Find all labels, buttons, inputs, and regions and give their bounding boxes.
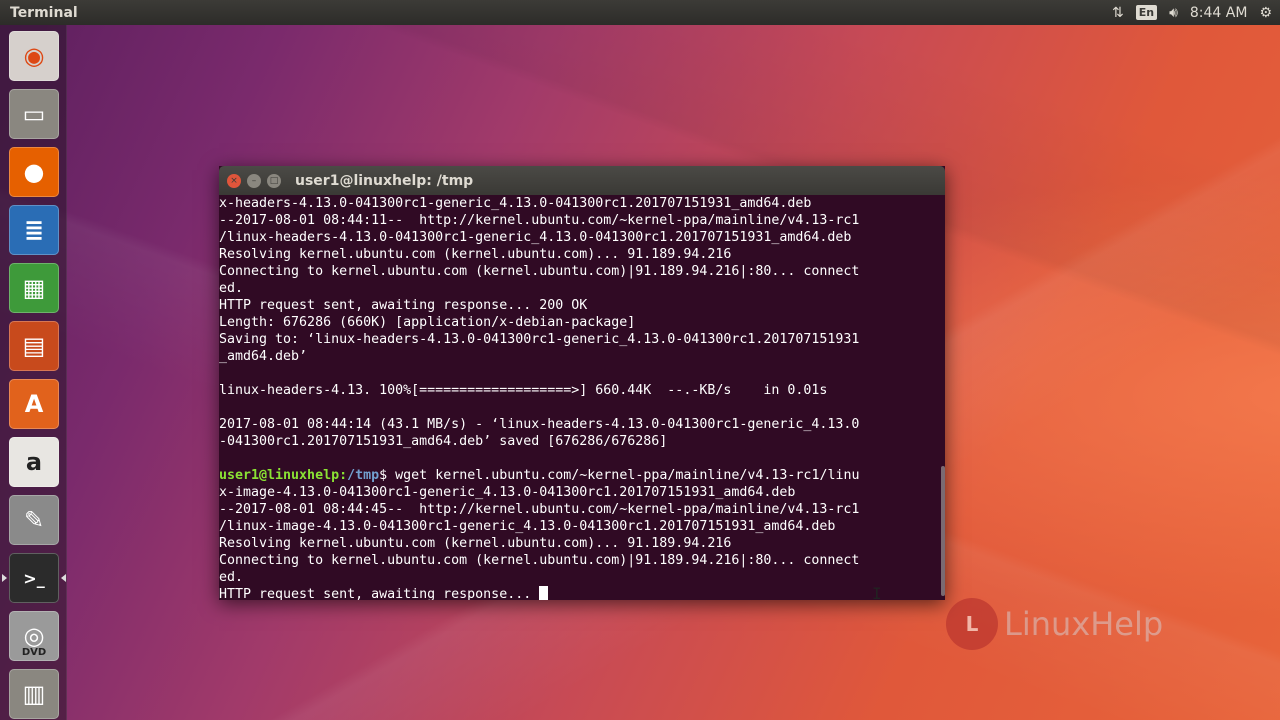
wrench-gear-icon: ✎: [23, 506, 45, 534]
document-icon: ≣: [23, 216, 45, 244]
prompt-user: user1@linuxhelp: [219, 468, 340, 483]
terminal-line: 2017-08-01 08:44:14 (43.1 MB/s) - ‘linux…: [219, 417, 860, 432]
terminal-line: HTTP request sent, awaiting response... …: [219, 298, 588, 313]
terminal-scrollbar[interactable]: [941, 466, 945, 596]
text-cursor-icon: I: [872, 584, 882, 603]
terminal-current-line: HTTP request sent, awaiting response...: [219, 586, 939, 600]
file-cabinet-icon: ▭: [22, 100, 46, 128]
terminal-line: x-image-4.13.0-041300rc1-generic_4.13.0-…: [219, 485, 796, 500]
terminal-line: Resolving kernel.ubuntu.com (kernel.ubun…: [219, 536, 732, 551]
prompt-colon: :: [339, 468, 348, 483]
terminal-output[interactable]: x-headers-4.13.0-041300rc1-generic_4.13.…: [219, 195, 939, 600]
trash-icon: ▥: [22, 680, 46, 708]
active-app-title: Terminal: [10, 4, 78, 21]
terminal-line: Length: 676286 (660K) [application/x-deb…: [219, 315, 636, 330]
terminal-line: Connecting to kernel.ubuntu.com (kernel.…: [219, 264, 860, 279]
presentation-icon: ▤: [22, 332, 46, 360]
launcher-files[interactable]: ▭: [9, 89, 59, 139]
launcher: ◉ ▭ ● ≣ ▦ ▤ Aa ✎ >_ ◎ DVD ▥: [0, 25, 67, 720]
terminal-icon: >_: [23, 568, 45, 588]
prompt-path: /tmp: [347, 468, 380, 483]
speaker-icon[interactable]: 🔊︎: [1169, 5, 1178, 21]
dvd-icon: ◎: [23, 622, 45, 650]
shopping-bag-icon: A: [24, 390, 44, 418]
launcher-dvd[interactable]: ◎ DVD: [9, 611, 59, 661]
launcher-software-center[interactable]: A: [9, 379, 59, 429]
spreadsheet-icon: ▦: [22, 274, 46, 302]
terminal-line: linux-headers-4.13. 100%[===============…: [219, 383, 828, 398]
launcher-writer[interactable]: ≣: [9, 205, 59, 255]
close-icon[interactable]: ×: [227, 173, 241, 188]
minimize-icon[interactable]: –: [247, 173, 261, 188]
terminal-line: -041300rc1.201707151931_amd64.deb’ saved…: [219, 434, 668, 449]
watermark-text: LinuxHelp: [1004, 605, 1164, 643]
terminal-cursor: [539, 586, 549, 600]
terminal-line: --2017-08-01 08:44:11-- http://kernel.ub…: [219, 213, 860, 228]
launcher-terminal[interactable]: >_: [9, 553, 59, 603]
terminal-line: x-headers-4.13.0-041300rc1-generic_4.13.…: [219, 196, 812, 211]
launcher-calc[interactable]: ▦: [9, 263, 59, 313]
keyboard-language-indicator[interactable]: En: [1135, 5, 1158, 20]
terminal-line: --2017-08-01 08:44:45-- http://kernel.ub…: [219, 502, 860, 517]
terminal-line: /linux-headers-4.13.0-041300rc1-generic_…: [219, 230, 852, 245]
terminal-line: Resolving kernel.ubuntu.com (kernel.ubun…: [219, 247, 732, 262]
maximize-icon[interactable]: □: [267, 173, 281, 188]
launcher-trash[interactable]: ▥: [9, 669, 59, 719]
linuxhelp-watermark: L LinuxHelp: [946, 598, 1163, 650]
current-line-text: HTTP request sent, awaiting response...: [219, 587, 540, 600]
active-indicator-left: [2, 574, 7, 582]
gear-icon[interactable]: ⚙: [1259, 5, 1272, 21]
prompt-dollar: $: [379, 468, 388, 483]
terminal-line: _amd64.deb’: [219, 349, 308, 364]
launcher-impress[interactable]: ▤: [9, 321, 59, 371]
linuxhelp-logo-icon: L: [946, 598, 998, 650]
ubuntu-logo-icon: ◉: [23, 42, 45, 70]
terminal-titlebar[interactable]: × – □ user1@linuxhelp: /tmp: [219, 166, 945, 195]
network-arrows-icon[interactable]: ⇅: [1112, 5, 1124, 21]
clock[interactable]: 8:44 AM: [1190, 5, 1248, 21]
terminal-title: user1@linuxhelp: /tmp: [295, 172, 474, 189]
top-panel: Terminal ⇅ En 🔊︎ 8:44 AM ⚙: [0, 0, 1280, 25]
terminal-prompt-line: user1@linuxhelp:/tmp$ wget kernel.ubuntu…: [219, 467, 939, 484]
launcher-firefox[interactable]: ●: [9, 147, 59, 197]
active-indicator-right: [61, 574, 66, 582]
firefox-icon: ●: [23, 158, 45, 186]
terminal-line: Connecting to kernel.ubuntu.com (kernel.…: [219, 553, 860, 568]
terminal-window[interactable]: × – □ user1@linuxhelp: /tmp x-headers-4.…: [219, 166, 945, 600]
terminal-line: Saving to: ‘linux-headers-4.13.0-041300r…: [219, 332, 860, 347]
terminal-line: ed.: [219, 570, 244, 585]
indicator-area: ⇅ En 🔊︎ 8:44 AM ⚙: [1112, 5, 1280, 21]
launcher-ubuntu-dash[interactable]: ◉: [9, 31, 59, 81]
terminal-line: /linux-image-4.13.0-041300rc1-generic_4.…: [219, 519, 836, 534]
launcher-amazon[interactable]: a: [9, 437, 59, 487]
prompt-command: wget kernel.ubuntu.com/~kernel-ppa/mainl…: [387, 468, 860, 483]
launcher-dvd-label: DVD: [21, 647, 47, 658]
amazon-icon: a: [25, 448, 43, 476]
terminal-line: ed.: [219, 281, 244, 296]
launcher-system-settings[interactable]: ✎: [9, 495, 59, 545]
